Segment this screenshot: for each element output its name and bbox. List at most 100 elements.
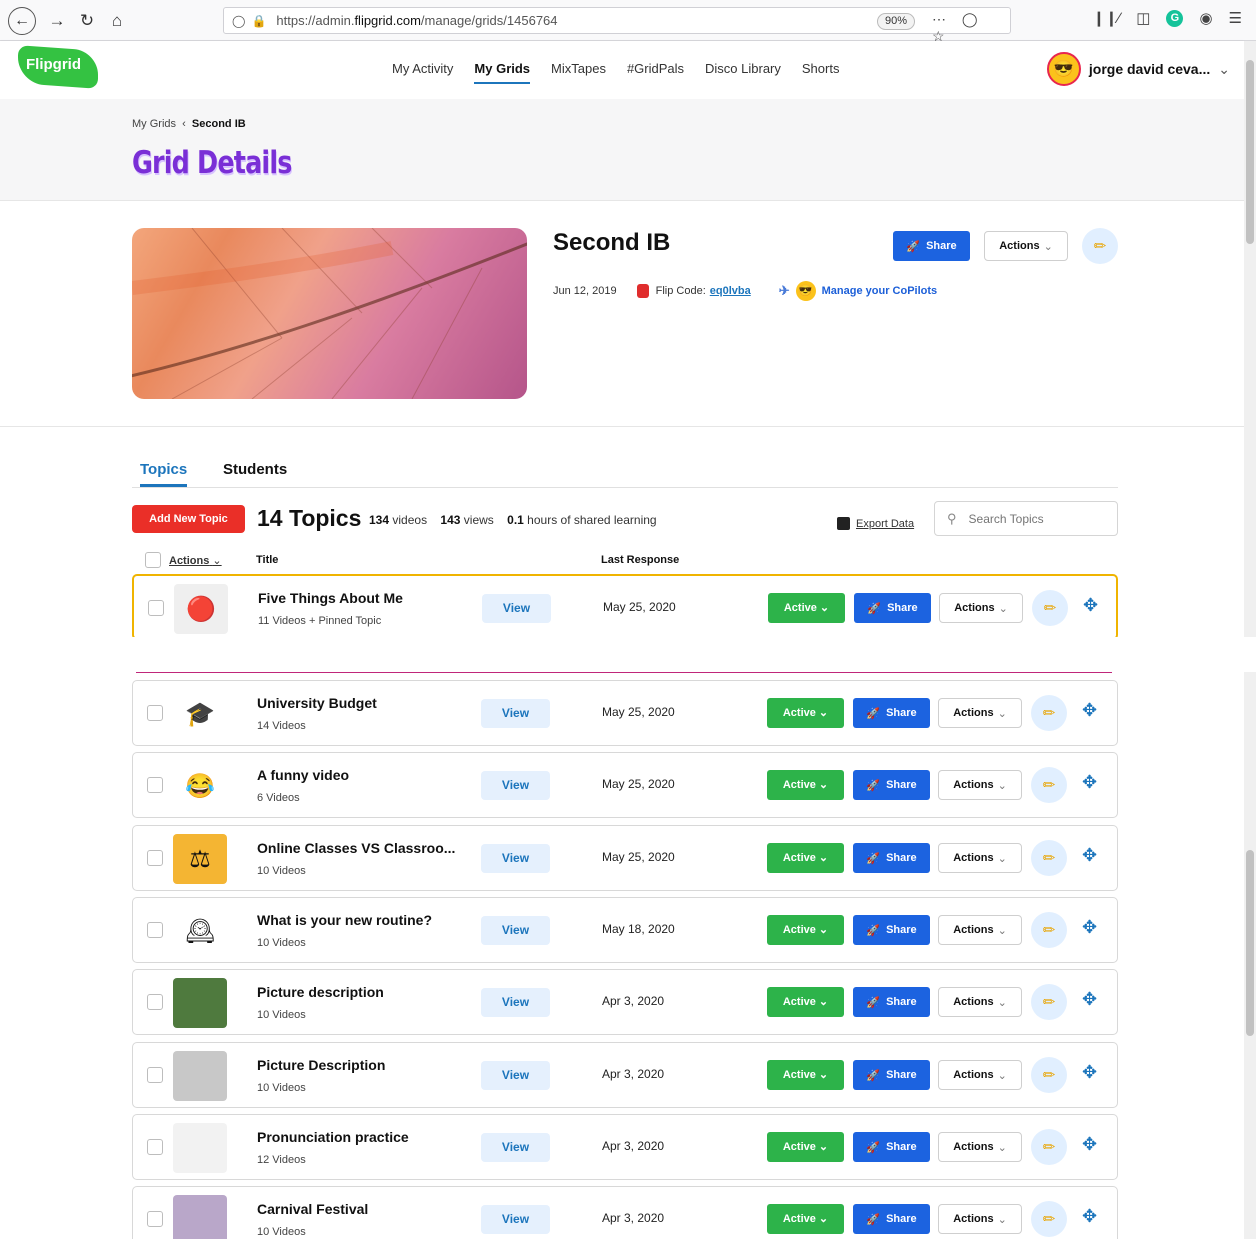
user-menu[interactable]: 😎 jorge david ceva... ⌄ — [1046, 52, 1230, 86]
breadcrumb-my-grids[interactable]: My Grids — [132, 118, 176, 130]
view-button[interactable]: View — [481, 844, 550, 873]
nav-mixtapes[interactable]: MixTapes — [551, 61, 606, 84]
edit-button[interactable]: ✏ — [1031, 840, 1067, 876]
nav-disco-library[interactable]: Disco Library — [705, 61, 781, 84]
drag-handle-icon[interactable]: ✥ — [1083, 595, 1098, 616]
view-button[interactable]: View — [481, 1061, 550, 1090]
share-button[interactable]: 🚀 Share — [853, 1132, 930, 1162]
select-all-checkbox[interactable] — [145, 552, 161, 568]
view-button[interactable]: View — [481, 1133, 550, 1162]
account-icon[interactable]: ◉ — [1199, 9, 1212, 27]
drag-handle-icon[interactable]: ✥ — [1082, 772, 1097, 793]
table-row[interactable]: 😂 A funny video 6 Videos View May 25, 2020 Ac… — [132, 752, 1118, 818]
status-dropdown[interactable]: Active ⌄ — [767, 1060, 844, 1090]
forward-icon[interactable]: → — [44, 8, 70, 34]
nav-gridpals[interactable]: #GridPals — [627, 61, 684, 84]
edit-button[interactable]: ✏ — [1031, 1201, 1067, 1237]
scrollbar-thumb[interactable] — [1246, 850, 1254, 1036]
actions-dropdown[interactable]: Actions ⌄ — [938, 1060, 1022, 1090]
grammarly-icon[interactable]: G — [1166, 9, 1184, 27]
status-dropdown[interactable]: Active ⌄ — [767, 987, 844, 1017]
flip-code-link[interactable]: eq0lvba — [710, 285, 751, 297]
status-dropdown[interactable]: Active ⌄ — [767, 1204, 844, 1234]
edit-button[interactable]: ✏ — [1031, 1129, 1067, 1165]
edit-button[interactable]: ✏ — [1031, 695, 1067, 731]
row-checkbox[interactable] — [147, 994, 163, 1010]
drag-handle-icon[interactable]: ✥ — [1082, 700, 1097, 721]
add-new-topic-button[interactable]: Add New Topic — [132, 505, 245, 533]
tab-students[interactable]: Students — [223, 461, 287, 478]
export-data-link[interactable]: Export Data — [837, 517, 914, 530]
table-row[interactable]: Picture description 10 Videos View Apr 3, 2… — [132, 969, 1118, 1035]
topic-title[interactable]: University Budget — [257, 695, 377, 711]
edit-button[interactable]: ✏ — [1031, 1057, 1067, 1093]
nav-my-grids[interactable]: My Grids — [474, 61, 531, 84]
row-checkbox[interactable] — [147, 1067, 163, 1083]
status-dropdown[interactable]: Active ⌄ — [767, 770, 844, 800]
table-row[interactable]: 🕰 What is your new routine? 10 Videos View M… — [132, 897, 1118, 963]
actions-dropdown[interactable]: Actions ⌄ — [938, 698, 1022, 728]
address-bar[interactable]: ◯ 🔒 https://admin. flipgrid.com/manage/gr… — [223, 7, 1011, 44]
bulk-actions-dropdown[interactable]: Actions ⌄ — [169, 554, 222, 567]
home-icon[interactable]: ⌂ — [104, 8, 130, 34]
status-dropdown[interactable]: Active ⌄ — [767, 915, 844, 945]
drag-handle-icon[interactable]: ✥ — [1082, 917, 1097, 938]
row-checkbox[interactable] — [147, 705, 163, 721]
table-row[interactable]: Picture Description 10 Videos View Apr 3, 2… — [132, 1042, 1118, 1108]
menu-icon[interactable]: ☰ — [1229, 9, 1242, 27]
grid-share-button[interactable]: 🚀 Share — [893, 231, 970, 261]
actions-dropdown[interactable]: Actions ⌄ — [938, 1132, 1022, 1162]
manage-copilots-link[interactable]: ✈ 😎 Manage your CoPilots — [779, 281, 937, 301]
row-checkbox[interactable] — [147, 777, 163, 793]
share-button[interactable]: 🚀 Share — [853, 698, 930, 728]
view-button[interactable]: View — [482, 594, 551, 623]
status-dropdown[interactable]: Active ⌄ — [767, 1132, 844, 1162]
grid-actions-button[interactable]: Actions ⌄ — [984, 231, 1068, 261]
status-dropdown[interactable]: Active ⌄ — [767, 698, 844, 728]
reload-icon[interactable]: ↻ — [74, 8, 100, 34]
row-checkbox[interactable] — [147, 1139, 163, 1155]
status-dropdown[interactable]: Active ⌄ — [767, 843, 844, 873]
topic-title[interactable]: Picture Description — [257, 1057, 385, 1073]
flipgrid-logo[interactable]: Flipgrid — [18, 45, 98, 92]
table-row[interactable]: 🔴 Five Things About Me 11 Videos + Pinned … — [132, 574, 1118, 640]
back-icon[interactable]: ← — [8, 7, 36, 35]
edit-button[interactable]: ✏ — [1031, 984, 1067, 1020]
actions-dropdown[interactable]: Actions ⌄ — [938, 1204, 1022, 1234]
table-row[interactable]: 🎓 University Budget 14 Videos View May 25, 2… — [132, 680, 1118, 746]
share-button[interactable]: 🚀 Share — [854, 593, 931, 623]
drag-handle-icon[interactable]: ✥ — [1082, 1206, 1097, 1227]
view-button[interactable]: View — [481, 916, 550, 945]
drag-handle-icon[interactable]: ✥ — [1082, 845, 1097, 866]
tab-topics[interactable]: Topics — [140, 461, 188, 487]
nav-shorts[interactable]: Shorts — [802, 61, 840, 84]
topic-title[interactable]: What is your new routine? — [257, 912, 432, 928]
zoom-level[interactable]: 90% — [877, 13, 915, 30]
view-button[interactable]: View — [481, 699, 550, 728]
scrollbar-thumb[interactable] — [1246, 60, 1254, 244]
table-row[interactable]: Carnival Festival 10 Videos View Apr 3, 202… — [132, 1186, 1118, 1239]
view-button[interactable]: View — [481, 1205, 550, 1234]
edit-button[interactable]: ✏ — [1032, 590, 1068, 626]
share-button[interactable]: 🚀 Share — [853, 843, 930, 873]
actions-dropdown[interactable]: Actions ⌄ — [939, 593, 1023, 623]
sidebar-icon[interactable]: ◫ — [1136, 9, 1150, 27]
table-row[interactable]: ⚖ Online Classes VS Classroo... 10 Videos V… — [132, 825, 1118, 891]
topic-title[interactable]: Five Things About Me — [258, 590, 403, 606]
topic-title[interactable]: Carnival Festival — [257, 1201, 368, 1217]
actions-dropdown[interactable]: Actions ⌄ — [938, 987, 1022, 1017]
drag-handle-icon[interactable]: ✥ — [1082, 1062, 1097, 1083]
edit-button[interactable]: ✏ — [1031, 912, 1067, 948]
view-button[interactable]: View — [481, 771, 550, 800]
share-button[interactable]: 🚀 Share — [853, 770, 930, 800]
topic-title[interactable]: Online Classes VS Classroo... — [257, 840, 455, 856]
actions-dropdown[interactable]: Actions ⌄ — [938, 915, 1022, 945]
share-button[interactable]: 🚀 Share — [853, 1060, 930, 1090]
row-checkbox[interactable] — [148, 600, 164, 616]
row-checkbox[interactable] — [147, 922, 163, 938]
nav-my-activity[interactable]: My Activity — [392, 61, 453, 84]
page-actions-icon[interactable]: ⋯ ◯ ☆ — [932, 11, 1010, 45]
row-checkbox[interactable] — [147, 1211, 163, 1227]
topic-title[interactable]: Pronunciation practice — [257, 1129, 409, 1145]
edit-button[interactable]: ✏ — [1031, 767, 1067, 803]
